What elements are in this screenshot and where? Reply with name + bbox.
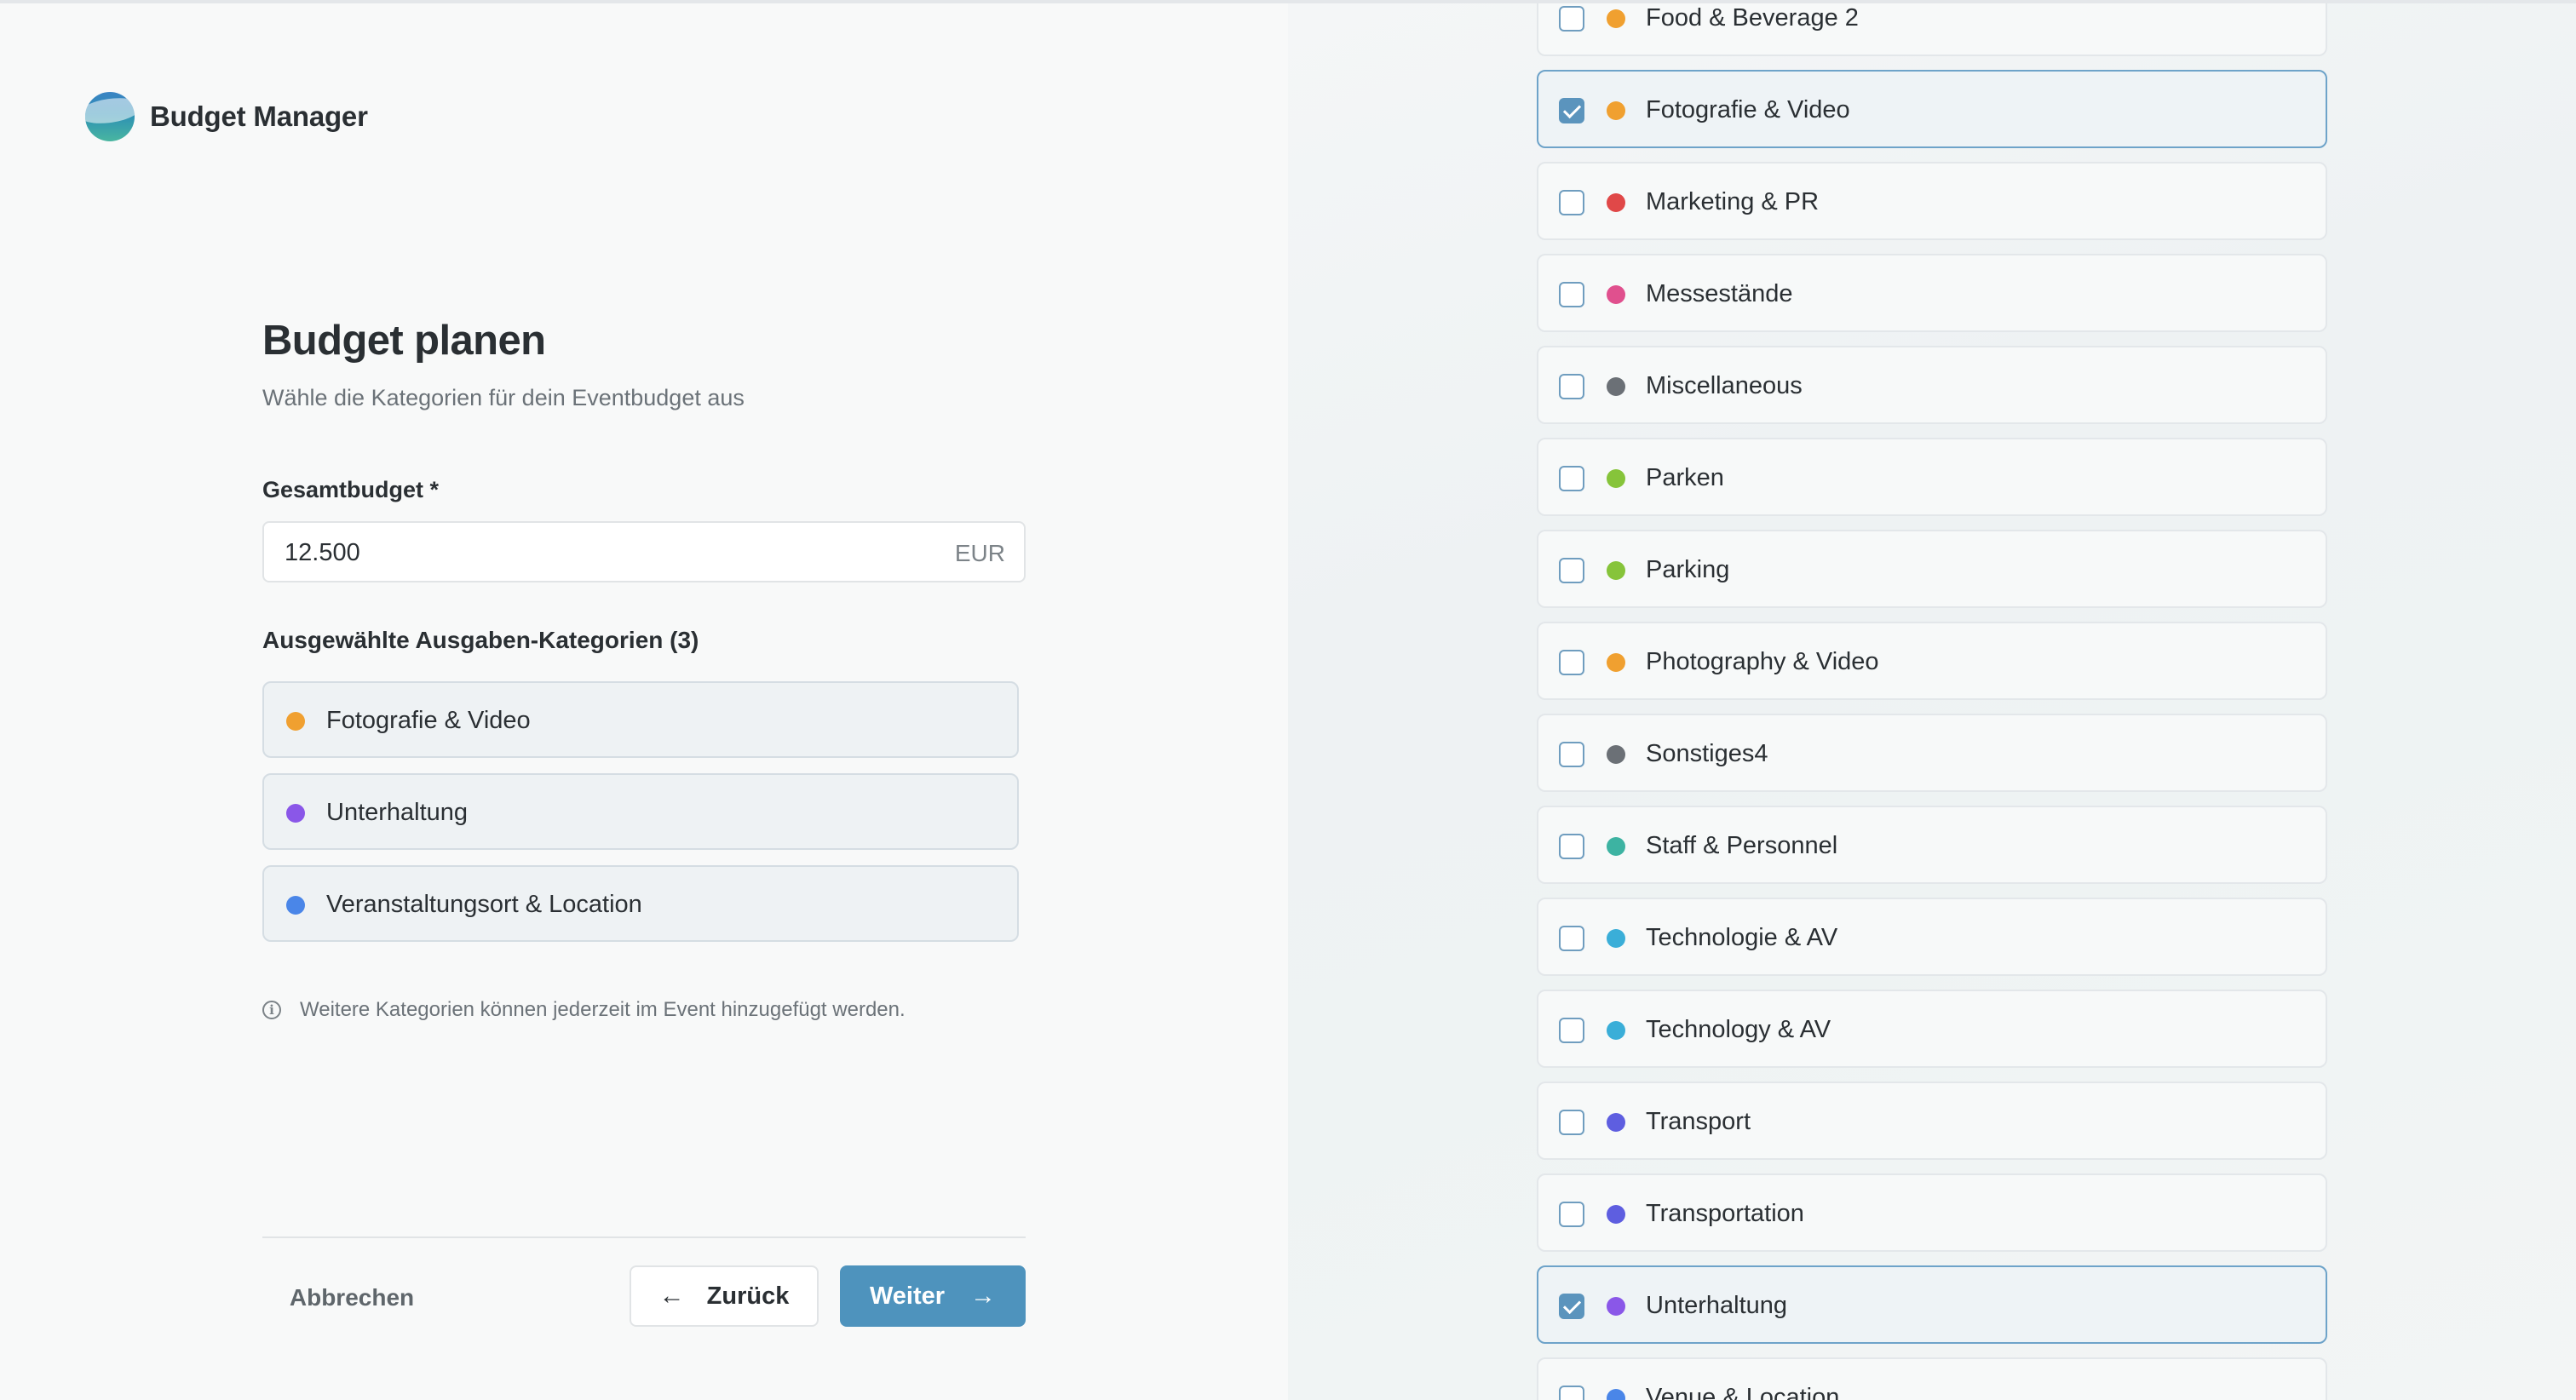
category-option-label: Photography & Video xyxy=(1646,648,1879,675)
category-option-label: Sonstiges4 xyxy=(1646,740,1768,767)
category-option[interactable]: Transport xyxy=(1537,1082,2327,1160)
category-option[interactable]: Venue & Location xyxy=(1537,1357,2327,1400)
category-option[interactable]: Marketing & PR xyxy=(1537,162,2327,240)
category-option-label: Venue & Location xyxy=(1646,1384,1840,1400)
info-hint: i Weitere Kategorien können jederzeit im… xyxy=(262,998,906,1022)
budget-label: Gesamtbudget * xyxy=(262,477,440,502)
checkbox-icon[interactable] xyxy=(1559,6,1584,32)
selected-category-item: Unterhaltung xyxy=(262,773,1019,850)
page-title: Budget planen xyxy=(262,318,546,364)
category-color-dot xyxy=(1607,837,1625,856)
checkbox-icon[interactable] xyxy=(1559,282,1584,307)
category-option[interactable]: Fotografie & Video xyxy=(1537,70,2327,148)
category-panel: Food & Beverage 2 Fotografie & Video Marke… xyxy=(1288,3,2576,1400)
category-color-dot xyxy=(1607,101,1625,120)
checkbox-icon[interactable] xyxy=(1559,650,1584,675)
category-option[interactable]: Food & Beverage 2 xyxy=(1537,3,2327,56)
category-option[interactable]: Miscellaneous xyxy=(1537,346,2327,424)
category-color-dot xyxy=(286,896,305,915)
footer-divider xyxy=(262,1236,1026,1238)
category-color-dot xyxy=(1607,745,1625,764)
category-color-dot xyxy=(1607,1389,1625,1400)
category-option-label: Transportation xyxy=(1646,1200,1804,1227)
category-color-dot xyxy=(1607,1205,1625,1224)
checkbox-icon[interactable] xyxy=(1559,466,1584,491)
category-option-label: Unterhaltung xyxy=(1646,1292,1788,1319)
category-option-label: Messestände xyxy=(1646,280,1793,307)
selected-categories-label: Ausgewählte Ausgaben-Kategorien (3) xyxy=(262,627,699,653)
currency-suffix: EUR xyxy=(954,540,1005,566)
category-option-label: Fotografie & Video xyxy=(1646,96,1850,123)
category-option-label: Technologie & AV xyxy=(1646,924,1838,951)
checkbox-checked-icon[interactable] xyxy=(1559,98,1584,123)
checkbox-icon[interactable] xyxy=(1559,834,1584,859)
category-color-dot xyxy=(1607,285,1625,304)
hint-text: Weitere Kategorien können jederzeit im E… xyxy=(300,998,906,1021)
category-option-label: Parken xyxy=(1646,464,1724,491)
category-color-dot xyxy=(1607,469,1625,488)
category-option-label: Transport xyxy=(1646,1108,1751,1135)
app-name: Budget Manager xyxy=(150,100,368,132)
category-option[interactable]: Transportation xyxy=(1537,1173,2327,1252)
category-option-label: Technology & AV xyxy=(1646,1016,1831,1043)
checkbox-icon[interactable] xyxy=(1559,1110,1584,1135)
category-color-dot xyxy=(1607,1113,1625,1132)
category-color-dot xyxy=(1607,193,1625,212)
selected-category-item: Veranstaltungsort & Location xyxy=(262,865,1019,942)
cancel-button[interactable]: Abbrechen xyxy=(262,1267,441,1327)
category-option[interactable]: Unterhaltung xyxy=(1537,1265,2327,1344)
category-option-label: Parking xyxy=(1646,556,1730,583)
left-panel: Budget Manager Budget planen Wähle die K… xyxy=(0,3,1288,1400)
checkbox-icon[interactable] xyxy=(1559,1202,1584,1227)
page-subtitle: Wähle die Kategorien für dein Eventbudge… xyxy=(262,385,745,410)
category-option[interactable]: Staff & Personnel xyxy=(1537,806,2327,884)
category-color-dot xyxy=(1607,377,1625,396)
checkbox-checked-icon[interactable] xyxy=(1559,1294,1584,1319)
info-icon: i xyxy=(262,1001,281,1019)
category-color-dot xyxy=(1607,561,1625,580)
selected-category-label: Fotografie & Video xyxy=(326,707,531,734)
checkbox-icon[interactable] xyxy=(1559,558,1584,583)
selected-category-label: Unterhaltung xyxy=(326,799,469,826)
next-button[interactable]: Weiter → xyxy=(840,1265,1026,1327)
logo-icon xyxy=(85,92,135,141)
category-option[interactable]: Technology & AV xyxy=(1537,990,2327,1068)
category-option[interactable]: Parking xyxy=(1537,530,2327,608)
category-option[interactable]: Technologie & AV xyxy=(1537,898,2327,976)
selected-category-item: Fotografie & Video xyxy=(262,681,1019,758)
checkbox-icon[interactable] xyxy=(1559,190,1584,215)
budget-input[interactable]: 12.500 EUR xyxy=(262,521,1026,582)
selected-category-label: Veranstaltungsort & Location xyxy=(326,891,642,918)
category-option-label: Staff & Personnel xyxy=(1646,832,1838,859)
arrow-left-icon: ← xyxy=(658,1282,685,1310)
category-color-dot xyxy=(286,804,305,823)
back-button[interactable]: ← Zurück xyxy=(630,1265,819,1327)
checkbox-icon[interactable] xyxy=(1559,1386,1584,1400)
next-button-label: Weiter xyxy=(869,1282,946,1310)
category-color-dot xyxy=(1607,929,1625,948)
category-option[interactable]: Messestände xyxy=(1537,254,2327,332)
category-option[interactable]: Parken xyxy=(1537,438,2327,516)
checkbox-icon[interactable] xyxy=(1559,742,1584,767)
category-color-dot xyxy=(1607,653,1625,672)
category-option-label: Miscellaneous xyxy=(1646,372,1803,399)
app-logo[interactable]: Budget Manager xyxy=(85,92,368,141)
back-button-label: Zurück xyxy=(706,1282,790,1310)
checkbox-icon[interactable] xyxy=(1559,926,1584,951)
category-option[interactable]: Sonstiges4 xyxy=(1537,714,2327,792)
checkbox-icon[interactable] xyxy=(1559,374,1584,399)
category-option[interactable]: Photography & Video xyxy=(1537,622,2327,700)
category-color-dot xyxy=(1607,1021,1625,1040)
category-color-dot xyxy=(286,712,305,731)
category-option-label: Marketing & PR xyxy=(1646,188,1820,215)
budget-value: 12.500 xyxy=(285,539,360,566)
category-color-dot xyxy=(1607,1297,1625,1316)
arrow-right-icon: → xyxy=(970,1282,997,1310)
checkbox-icon[interactable] xyxy=(1559,1018,1584,1043)
category-color-dot xyxy=(1607,9,1625,28)
category-option-label: Food & Beverage 2 xyxy=(1646,4,1859,32)
